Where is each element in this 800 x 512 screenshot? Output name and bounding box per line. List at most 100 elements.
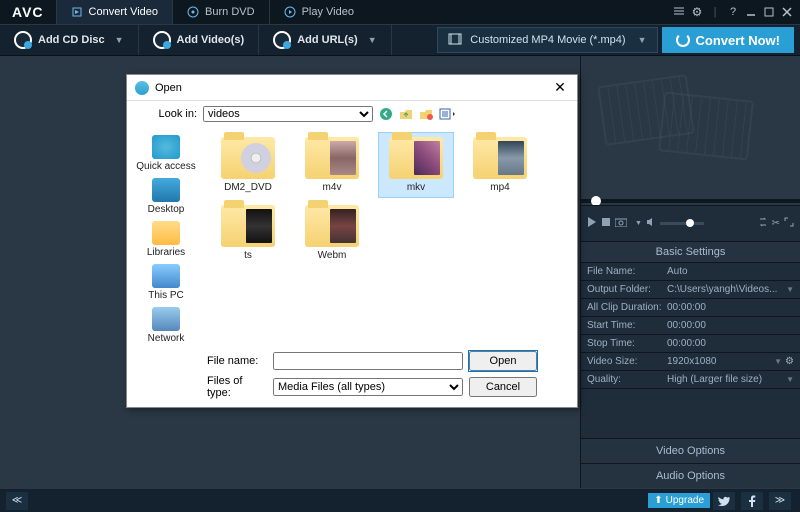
refresh-icon — [676, 33, 690, 47]
file-browser-area[interactable]: DM2_DVD m4v mkv mp4 ts Webm — [205, 127, 577, 347]
maximize-icon[interactable] — [762, 5, 776, 19]
format-label: Customized MP4 Movie (*.mp4) — [470, 34, 625, 46]
stop-time-value[interactable]: 00:00:00 — [667, 338, 794, 349]
tab-play-video[interactable]: Play Video — [269, 0, 368, 24]
gear-icon[interactable]: ⚙ — [690, 5, 704, 19]
sidebar-quick-access[interactable]: Quick access — [134, 133, 197, 174]
add-disc-label: Add CD Disc — [38, 34, 105, 46]
basic-settings-header: Basic Settings — [581, 242, 800, 263]
file-name-value[interactable]: Auto — [667, 266, 794, 277]
folder-dm2-dvd[interactable]: DM2_DVD — [211, 133, 285, 197]
folder-ts[interactable]: ts — [211, 201, 285, 265]
app-logo: AVC — [0, 4, 56, 20]
output-folder-label: Output Folder: — [587, 284, 667, 295]
collapse-left-button[interactable]: ≪ — [6, 492, 28, 510]
add-urls-button[interactable]: Add URL(s) ▼ — [259, 25, 391, 55]
loop-icon[interactable] — [758, 217, 768, 230]
minimize-icon[interactable] — [744, 5, 758, 19]
arrow-up-icon: ⬆ — [654, 495, 662, 506]
preview-area — [581, 56, 800, 206]
star-icon — [152, 135, 180, 159]
expand-right-button[interactable]: ≫ — [769, 492, 791, 510]
upgrade-button[interactable]: ⬆Upgrade — [648, 493, 710, 508]
start-time-label: Start Time: — [587, 320, 667, 331]
file-name-label: File name: — [207, 355, 267, 367]
sidebar-this-pc[interactable]: This PC — [146, 262, 186, 303]
pc-icon — [152, 264, 180, 288]
file-name-input[interactable] — [273, 352, 463, 370]
sidebar-network[interactable]: Network — [146, 305, 187, 346]
desktop-icon — [152, 178, 180, 202]
sidebar-desktop[interactable]: Desktop — [146, 176, 187, 217]
cancel-button[interactable]: Cancel — [469, 377, 537, 397]
output-folder-value[interactable]: C:\Users\yangh\Videos... — [667, 284, 784, 295]
open-button[interactable]: Open — [469, 351, 537, 371]
help-icon[interactable]: ? — [726, 5, 740, 19]
quality-label: Quality: — [587, 374, 667, 385]
url-add-icon — [273, 31, 291, 49]
view-menu-icon[interactable] — [439, 107, 453, 121]
file-name-label: File Name: — [587, 266, 667, 277]
add-videos-button[interactable]: Add Video(s) — [139, 25, 260, 55]
clip-duration-label: All Clip Duration: — [587, 302, 667, 313]
video-size-value[interactable]: 1920x1080 — [667, 356, 772, 367]
close-icon[interactable] — [780, 5, 794, 19]
up-folder-icon[interactable] — [399, 107, 413, 121]
start-time-value[interactable]: 00:00:00 — [667, 320, 794, 331]
convert-label: Convert Now! — [696, 33, 781, 48]
chevron-down-icon[interactable]: ▼ — [368, 35, 377, 45]
dialog-icon — [135, 81, 149, 95]
disc-add-icon — [14, 31, 32, 49]
folder-mkv[interactable]: mkv — [379, 133, 453, 197]
tab-convert-video[interactable]: Convert Video — [56, 0, 173, 24]
new-folder-icon[interactable] — [419, 107, 433, 121]
add-cd-disc-button[interactable]: Add CD Disc ▼ — [0, 25, 139, 55]
chevron-down-icon: ▼ — [638, 35, 647, 45]
stop-button[interactable] — [601, 217, 611, 230]
tab-burn-label: Burn DVD — [205, 6, 255, 18]
open-file-dialog: Open ✕ Look in: videos Quick access Desk… — [126, 74, 578, 408]
gear-icon[interactable]: ⚙ — [785, 356, 794, 367]
sidebar-libraries[interactable]: Libraries — [145, 219, 187, 260]
close-icon[interactable]: ✕ — [551, 79, 569, 96]
add-urls-label: Add URL(s) — [297, 34, 358, 46]
clip-duration-value: 00:00:00 — [667, 302, 794, 313]
facebook-icon[interactable] — [741, 492, 763, 510]
disc-icon — [187, 6, 199, 18]
expand-icon[interactable] — [784, 217, 794, 230]
video-options-button[interactable]: Video Options — [581, 438, 800, 463]
cut-icon[interactable]: ✂ — [772, 218, 780, 229]
play-button[interactable] — [587, 217, 597, 230]
menu-icon[interactable] — [672, 5, 686, 19]
seek-slider[interactable] — [581, 199, 800, 203]
volume-icon[interactable] — [646, 217, 656, 230]
volume-slider[interactable] — [660, 222, 704, 225]
tab-convert-label: Convert Video — [89, 6, 159, 18]
tab-play-label: Play Video — [302, 6, 354, 18]
play-icon — [284, 6, 296, 18]
snapshot-button[interactable] — [615, 217, 627, 230]
quality-value[interactable]: High (Larger file size) — [667, 374, 784, 385]
film-icon — [448, 32, 462, 49]
look-in-select[interactable]: videos — [203, 106, 373, 122]
video-size-label: Video Size: — [587, 356, 667, 367]
folder-m4v[interactable]: m4v — [295, 133, 369, 197]
twitter-icon[interactable] — [713, 492, 735, 510]
dialog-title: Open — [155, 82, 182, 94]
video-add-icon — [153, 31, 171, 49]
files-of-type-select[interactable]: Media Files (all types) — [273, 378, 463, 396]
output-format-selector[interactable]: Customized MP4 Movie (*.mp4) ▼ — [437, 27, 657, 53]
folder-webm[interactable]: Webm — [295, 201, 369, 265]
libraries-icon — [152, 221, 180, 245]
folder-mp4[interactable]: mp4 — [463, 133, 537, 197]
convert-now-button[interactable]: Convert Now! — [662, 27, 795, 53]
audio-options-button[interactable]: Audio Options — [581, 463, 800, 488]
stop-time-label: Stop Time: — [587, 338, 667, 349]
back-icon[interactable] — [379, 107, 393, 121]
chevron-down-icon[interactable]: ▼ — [115, 35, 124, 45]
look-in-label: Look in: — [147, 108, 197, 120]
add-videos-label: Add Video(s) — [177, 34, 245, 46]
files-of-type-label: Files of type: — [207, 375, 267, 399]
tab-burn-dvd[interactable]: Burn DVD — [172, 0, 269, 24]
network-icon — [152, 307, 180, 331]
